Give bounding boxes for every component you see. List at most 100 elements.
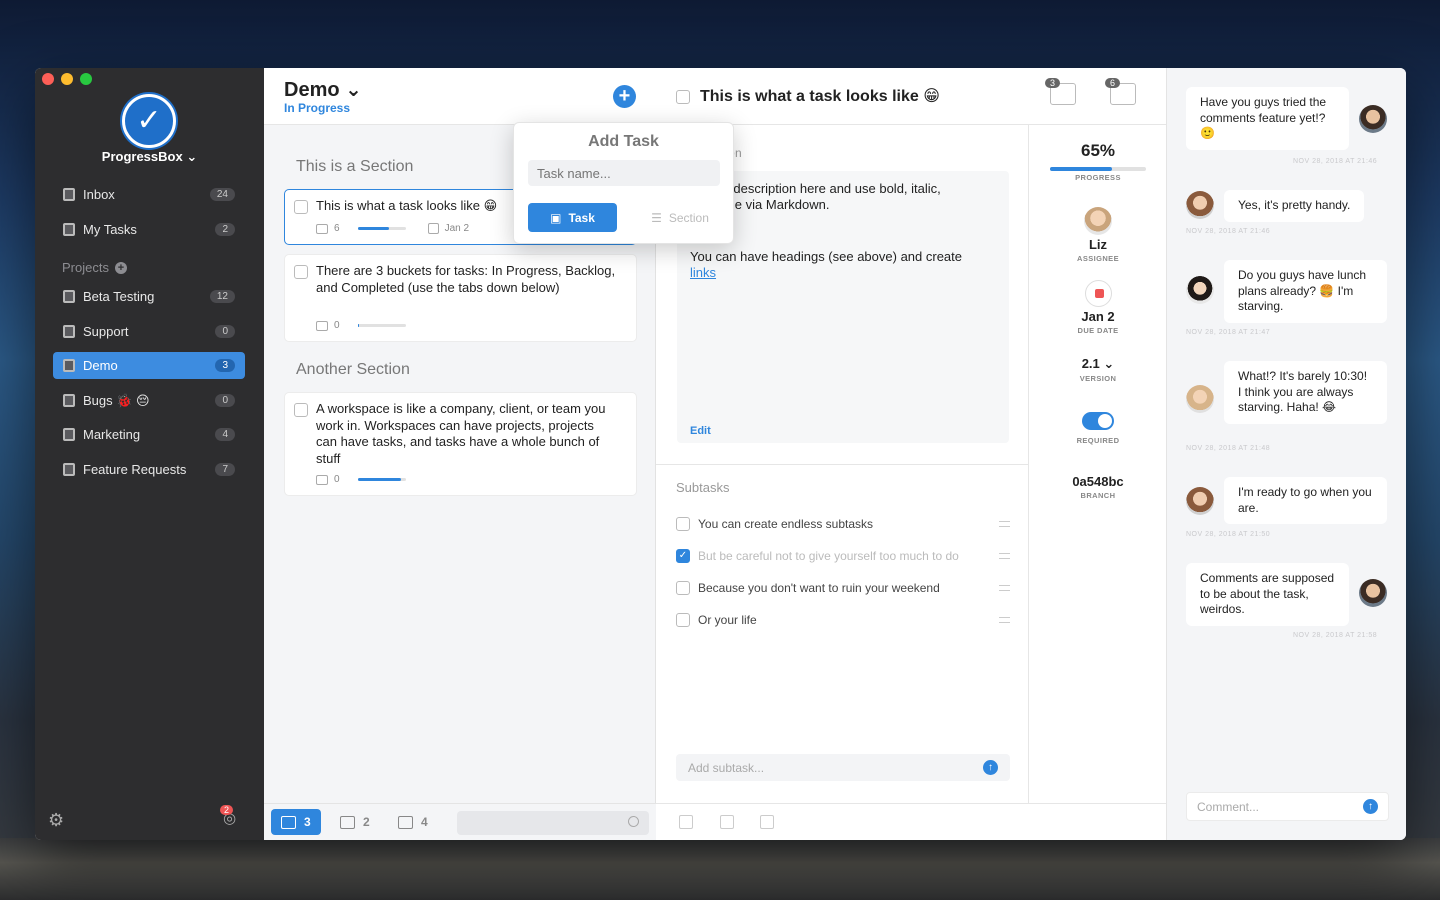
subtask-checkbox[interactable] (676, 581, 690, 595)
due-date-property[interactable]: Jan 2 Due Date (1029, 280, 1167, 335)
subtask-label: But be careful not to give yourself too … (698, 549, 959, 563)
add-section-type-button[interactable]: ☰ Section (639, 203, 721, 232)
notification-badge: 2 (220, 805, 234, 815)
comment-bubble: Comments are supposed to be about the ta… (1186, 563, 1349, 626)
avatar (1359, 105, 1387, 133)
subtask-checkbox-checked[interactable]: ✓ (676, 549, 690, 563)
add-subtask-input[interactable]: Add subtask... ↑ (676, 754, 1010, 781)
subtask-checkbox[interactable] (676, 517, 690, 531)
drag-handle-icon[interactable] (999, 585, 1010, 591)
comments-pane: Have you guys tried the comments feature… (1166, 68, 1406, 840)
count-badge: 12 (209, 290, 235, 303)
notebook-icon (63, 359, 75, 372)
task-checkbox[interactable] (294, 265, 308, 279)
comment-input[interactable]: Comment... ↑ (1186, 792, 1389, 821)
sidebar: ✓ ProgressBox ⌄ Inbox 24 My Tasks 2 Proj… (35, 68, 264, 840)
required-toggle[interactable] (1082, 412, 1114, 430)
task-title: There are 3 buckets for tasks: In Progre… (316, 263, 616, 295)
subtask-row[interactable]: Or your life (676, 613, 1010, 627)
tab-count: 2 (363, 815, 370, 829)
subtask-row[interactable]: Because you don't want to ruin your week… (676, 581, 1010, 595)
minimize-window-button[interactable] (61, 73, 73, 85)
branch-value: 0a548bc (1072, 474, 1124, 489)
attachments-count: 3 (1045, 78, 1061, 88)
archive-icon[interactable] (679, 815, 693, 829)
checklist-icon (63, 223, 75, 236)
task-card[interactable]: There are 3 buckets for tasks: In Progre… (284, 254, 637, 342)
branch-property[interactable]: 0a548bc Branch (1029, 474, 1167, 500)
drag-handle-icon[interactable] (999, 521, 1010, 527)
progress-property[interactable]: 65% Progress (1029, 141, 1167, 182)
task-button-label: Task (568, 210, 595, 225)
submit-subtask-button[interactable]: ↑ (983, 760, 998, 775)
sidebar-item-support[interactable]: Support 0 (53, 318, 245, 345)
avatar (1186, 487, 1214, 515)
notifications-icon[interactable]: ◎ 2 (220, 805, 236, 827)
move-icon[interactable] (720, 815, 734, 829)
sidebar-item-my-tasks[interactable]: My Tasks 2 (53, 216, 245, 243)
drag-handle-icon[interactable] (999, 553, 1010, 559)
zoom-window-button[interactable] (80, 73, 92, 85)
description-text: You can have headings (see above) and cr… (690, 249, 962, 264)
subtask-checkbox[interactable] (676, 613, 690, 627)
comment-timestamp: NOV 28, 2018 AT 21:47 (1186, 329, 1271, 336)
trash-icon[interactable] (760, 815, 774, 829)
inbox-icon (281, 815, 296, 829)
task-detail-header: This is what a task looks like 😁 3 6 (656, 68, 1166, 125)
search-input[interactable] (457, 811, 649, 835)
progress-caption: Progress (1075, 173, 1121, 182)
comment-count: 0 (334, 474, 340, 485)
project-status[interactable]: In Progress (284, 101, 350, 115)
description-link[interactable]: links (690, 265, 1000, 281)
version-property[interactable]: 2.1 ⌄ Version (1029, 356, 1167, 383)
sidebar-item-feature-requests[interactable]: Feature Requests 7 (53, 456, 245, 483)
attachments-icon[interactable]: 3 (1045, 78, 1076, 105)
send-comment-button[interactable]: ↑ (1363, 799, 1378, 814)
project-header: Demo ⌄ In Progress + (264, 68, 656, 125)
task-card[interactable]: A workspace is like a company, client, o… (284, 392, 637, 496)
workspace-switcher[interactable]: ProgressBox ⌄ (35, 149, 264, 165)
sidebar-item-bugs[interactable]: Bugs 🐞 😔 0 (53, 387, 245, 414)
gear-icon[interactable]: ⚙ (48, 810, 64, 831)
count-badge: 4 (215, 428, 235, 441)
tab-backlog[interactable]: 2 (330, 809, 380, 835)
edit-description-button[interactable]: Edit (690, 425, 711, 437)
add-task-button[interactable]: + (613, 85, 636, 108)
avatar (1186, 191, 1214, 219)
task-detail-title[interactable]: This is what a task looks like 😁 (700, 86, 940, 106)
add-project-icon[interactable]: + (114, 261, 127, 274)
drag-handle-icon[interactable] (999, 617, 1010, 623)
sidebar-item-beta-testing[interactable]: Beta Testing 12 (53, 283, 245, 310)
required-property[interactable]: Required (1029, 412, 1167, 445)
add-task-type-button[interactable]: ▣ Task (528, 203, 617, 232)
comment-icon (316, 223, 328, 234)
sidebar-item-demo[interactable]: Demo 3 (53, 352, 245, 379)
count-badge: 0 (215, 325, 235, 338)
sidebar-item-marketing[interactable]: Marketing 4 (53, 421, 245, 448)
section-button-label: Section (668, 210, 709, 225)
tab-completed[interactable]: 4 (388, 809, 438, 835)
task-checkbox[interactable] (294, 200, 308, 214)
progress-fill (357, 324, 359, 327)
assignee-property[interactable]: Liz Assignee (1029, 207, 1167, 263)
section-icon: ☰ (651, 210, 662, 225)
close-window-button[interactable] (42, 73, 54, 85)
task-name-input[interactable] (528, 160, 720, 186)
task-checkbox[interactable] (294, 403, 308, 417)
tab-in-progress[interactable]: 3 (271, 809, 321, 835)
comments-icon[interactable]: 6 (1105, 78, 1136, 105)
project-title[interactable]: Demo ⌄ (284, 77, 362, 102)
sidebar-item-inbox[interactable]: Inbox 24 (53, 181, 245, 208)
task-complete-checkbox[interactable] (676, 90, 690, 104)
progress-fill (357, 478, 401, 481)
sidebar-item-label: Bugs 🐞 😔 (83, 392, 150, 408)
subtask-label: You can create endless subtasks (698, 517, 874, 531)
subtask-row[interactable]: ✓ But be careful not to give yourself to… (676, 549, 1010, 563)
subtask-label: Because you don't want to ruin your week… (698, 581, 940, 595)
subtasks-header: Subtasks (676, 480, 730, 495)
popover-title: Add Task (588, 133, 659, 150)
comment-bubble: Yes, it's pretty handy. (1224, 190, 1365, 222)
progress-bar (357, 324, 406, 327)
subtask-row[interactable]: You can create endless subtasks (676, 517, 1010, 531)
clipboard-icon: ▣ (550, 210, 562, 225)
